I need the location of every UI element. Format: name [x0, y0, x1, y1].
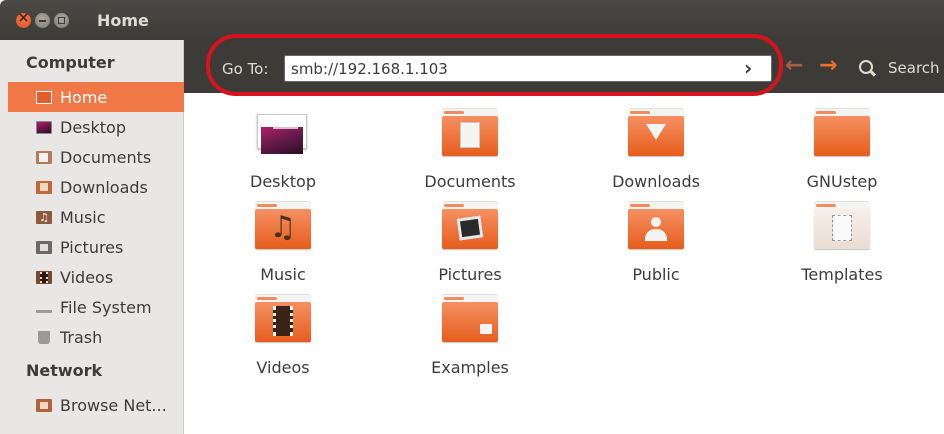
trash-icon [38, 331, 50, 344]
videos-folder-icon [255, 294, 311, 342]
file-item-examples[interactable]: Examples [390, 294, 550, 384]
videos-folder-icon [36, 271, 52, 284]
sidebar-item-label: Documents [60, 148, 152, 167]
location-input[interactable]: smb://192.168.1.103 [284, 55, 772, 82]
sidebar-item-videos[interactable]: Videos [8, 262, 184, 292]
examples-folder-icon [442, 294, 498, 342]
sidebar-item-downloads[interactable]: Downloads [8, 172, 184, 202]
close-icon[interactable] [16, 10, 31, 28]
arrow-right-icon[interactable]: → [819, 53, 837, 78]
sidebar-item-label: File System [60, 298, 152, 317]
pictures-folder-icon [442, 201, 498, 249]
file-label: Music [260, 265, 306, 284]
location-toolbar: Go To: smb://192.168.1.103 › ← → Search [184, 40, 944, 93]
arrow-left-icon[interactable]: ← [785, 53, 803, 78]
file-item-documents[interactable]: Documents [390, 108, 550, 198]
sidebar-item-pictures[interactable]: Pictures [8, 232, 184, 262]
sidebar-item-home[interactable]: Home [8, 82, 184, 112]
sidebar-item-desktop[interactable]: Desktop [8, 112, 184, 142]
sidebar-item-file-system[interactable]: File System [8, 292, 184, 322]
file-item-public[interactable]: Public [576, 201, 736, 291]
file-item-downloads[interactable]: Downloads [576, 108, 736, 198]
downloads-folder-icon [628, 108, 684, 156]
pictures-folder-icon [36, 241, 52, 254]
sidebar-item-music[interactable]: ♫ Music [8, 202, 184, 232]
folder-icon [814, 108, 870, 156]
goto-label: Go To: [222, 60, 269, 78]
sidebar-item-label: Pictures [60, 238, 124, 257]
sidebar-item-label: Desktop [60, 118, 126, 137]
window-titlebar: Home [0, 0, 944, 40]
file-label: Pictures [438, 265, 502, 284]
documents-folder-icon [442, 108, 498, 156]
home-folder-icon [36, 91, 52, 104]
maximize-icon[interactable] [54, 13, 69, 28]
sidebar-item-documents[interactable]: Documents [8, 142, 184, 172]
places-sidebar: Computer Home Desktop Documents Download… [0, 40, 184, 434]
sidebar-item-label: Music [60, 208, 106, 227]
sidebar-item-label: Home [60, 88, 108, 107]
documents-folder-icon [36, 151, 52, 164]
downloads-folder-icon [36, 181, 52, 194]
music-folder-icon: ♫ [36, 211, 52, 224]
search-icon[interactable] [859, 60, 873, 74]
music-folder-icon: ♫ [255, 201, 311, 249]
file-item-music[interactable]: ♫ Music [203, 201, 363, 291]
file-item-gnustep[interactable]: GNUstep [762, 108, 922, 198]
sidebar-item-browse-network[interactable]: Browse Net... [8, 390, 184, 420]
network-folder-icon [36, 399, 52, 412]
file-item-videos[interactable]: Videos [203, 294, 363, 384]
desktop-icon [36, 121, 52, 134]
chevron-right-icon[interactable]: › [744, 56, 752, 80]
sidebar-heading-computer: Computer [26, 53, 115, 72]
search-button-label[interactable]: Search [888, 59, 940, 77]
public-folder-icon [628, 201, 684, 249]
sidebar-item-label: Videos [60, 268, 114, 287]
sidebar-item-label: Browse Net... [60, 396, 167, 415]
file-label: Public [632, 265, 680, 284]
window-title: Home [97, 11, 149, 30]
templates-folder-icon [814, 201, 870, 249]
sidebar-heading-network: Network [26, 361, 103, 380]
sidebar-item-label: Downloads [60, 178, 148, 197]
file-label: Downloads [612, 172, 700, 191]
sidebar-item-trash[interactable]: Trash [8, 322, 184, 352]
file-label: GNUstep [806, 172, 878, 191]
minimize-icon[interactable] [35, 13, 50, 28]
file-item-templates[interactable]: Templates [762, 201, 922, 291]
sidebar-item-label: Trash [60, 328, 103, 347]
file-label: Desktop [250, 172, 316, 191]
file-label: Templates [801, 265, 883, 284]
file-label: Examples [431, 358, 509, 377]
file-item-desktop[interactable]: Desktop [203, 108, 363, 198]
drive-icon [36, 303, 52, 313]
desktop-folder-icon [257, 114, 307, 154]
file-item-pictures[interactable]: Pictures [390, 201, 550, 291]
file-label: Videos [256, 358, 310, 377]
file-label: Documents [424, 172, 516, 191]
